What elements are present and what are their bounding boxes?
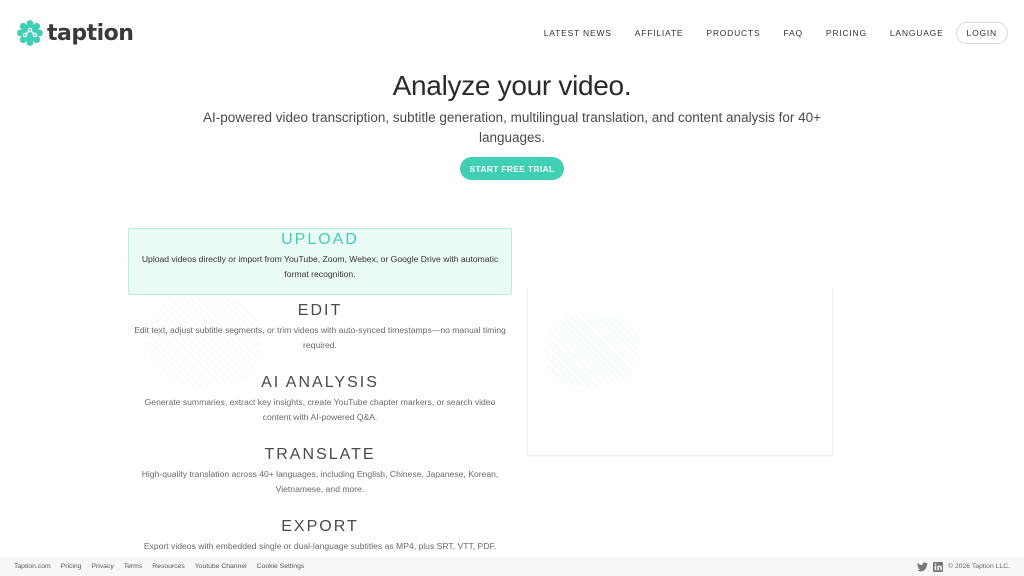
nav-pricing[interactable]: PRICING xyxy=(826,28,867,38)
footer-link-pricing[interactable]: Pricing xyxy=(61,563,82,570)
nav-faq[interactable]: FAQ xyxy=(783,28,802,38)
footer-link-resources[interactable]: Resources xyxy=(152,563,185,570)
logo[interactable]: taption xyxy=(17,20,134,46)
feature-desc: High-quality translation across 40+ lang… xyxy=(141,469,499,494)
feature-title: UPLOAD xyxy=(281,231,359,248)
main-nav: LATEST NEWS AFFILIATE PRODUCTS FAQ PRICI… xyxy=(521,22,1008,44)
logo-icon xyxy=(17,20,43,46)
nav-language[interactable]: LANGUAGE xyxy=(890,28,944,38)
feature-preview-panel xyxy=(527,288,833,456)
feature-desc: Export videos with embedded single or du… xyxy=(143,541,497,551)
twitter-icon[interactable] xyxy=(917,561,929,572)
feature-edit[interactable]: EDIT Edit text, adjust subtitle segments… xyxy=(128,300,512,353)
footer-link-youtube[interactable]: Youtube Channel xyxy=(195,563,247,570)
footer-right: © 2026 Taption LLC. xyxy=(917,561,1010,572)
start-free-trial-button[interactable]: START FREE TRIAL xyxy=(460,157,564,180)
linkedin-icon[interactable] xyxy=(933,561,944,572)
logo-text: taption xyxy=(47,20,134,46)
feature-title: TRANSLATE xyxy=(264,446,376,463)
feature-title: AI ANALYSIS xyxy=(261,374,379,391)
feature-title: EDIT xyxy=(297,302,343,319)
footer-link-privacy[interactable]: Privacy xyxy=(91,563,113,570)
footer-links: Taption.com Pricing Privacy Terms Resour… xyxy=(14,563,314,570)
feature-upload[interactable]: UPLOAD Upload videos directly or import … xyxy=(128,228,512,295)
copyright-text: © 2026 Taption LLC. xyxy=(948,563,1010,570)
footer-link-taption[interactable]: Taption.com xyxy=(14,563,51,570)
site-header: taption LATEST NEWS AFFILIATE PRODUCTS F… xyxy=(0,0,1024,66)
feature-translate[interactable]: TRANSLATE High-quality translation acros… xyxy=(128,444,512,497)
footer-link-cookie-settings[interactable]: Cookie Settings xyxy=(257,563,305,570)
feature-export[interactable]: EXPORT Export videos with embedded singl… xyxy=(128,516,512,554)
feature-ai-analysis[interactable]: AI ANALYSIS Generate summaries, extract … xyxy=(128,372,512,425)
login-button[interactable]: LOGIN xyxy=(955,22,1008,44)
site-footer: Taption.com Pricing Privacy Terms Resour… xyxy=(0,557,1024,576)
footer-link-terms[interactable]: Terms xyxy=(124,563,143,570)
feature-desc: Upload videos directly or import from Yo… xyxy=(141,254,499,279)
hero-title: Analyze your video. xyxy=(392,70,632,101)
decorative-pattern xyxy=(546,314,638,386)
feature-desc: Generate summaries, extract key insights… xyxy=(144,397,496,422)
hero-subtitle: AI-powered video transcription, subtitle… xyxy=(203,110,821,145)
nav-products[interactable]: PRODUCTS xyxy=(706,28,760,38)
nav-latest-news[interactable]: LATEST NEWS xyxy=(544,28,612,38)
nav-affiliate[interactable]: AFFILIATE xyxy=(635,28,684,38)
feature-title: EXPORT xyxy=(281,518,359,535)
feature-desc: Edit text, adjust subtitle segments, or … xyxy=(134,325,506,350)
